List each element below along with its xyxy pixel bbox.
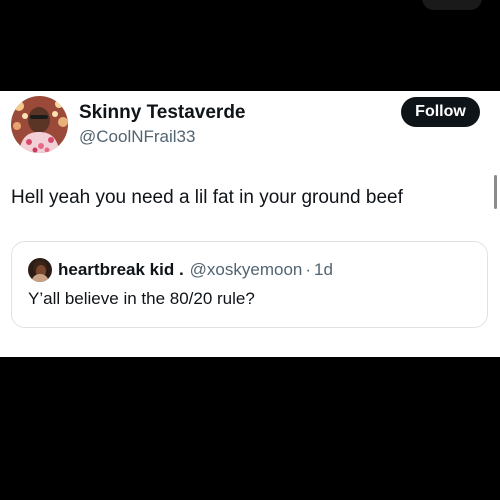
author-handle[interactable]: @CoolNFrail33 xyxy=(79,127,195,147)
quoted-post-text: Y’all believe in the 80/20 rule? xyxy=(28,289,255,308)
quoted-separator: · xyxy=(305,260,312,279)
top-control-pill[interactable] xyxy=(422,0,482,10)
post-text: Hell yeah you need a lil fat in your gro… xyxy=(11,187,403,208)
quoted-post[interactable]: heartbreak kid . @xoskyemoon · 1d Y’all bel… xyxy=(11,241,488,328)
quoted-author-display-name[interactable]: heartbreak kid . xyxy=(58,260,184,279)
post-card[interactable]: Skinny Testaverde @CoolNFrail33 Follow H… xyxy=(0,91,500,357)
author-avatar[interactable] xyxy=(11,96,68,153)
follow-button[interactable]: Follow xyxy=(401,97,480,127)
screenshot-frame: Skinny Testaverde @CoolNFrail33 Follow H… xyxy=(0,0,500,500)
quoted-author-avatar[interactable] xyxy=(28,258,52,282)
scrollbar-thumb[interactable] xyxy=(494,175,497,209)
quoted-timestamp[interactable]: 1d xyxy=(314,260,333,279)
author-display-name[interactable]: Skinny Testaverde xyxy=(79,102,246,124)
quoted-author-handle[interactable]: @xoskyemoon xyxy=(190,260,303,279)
quoted-post-header: heartbreak kid . @xoskyemoon · 1d xyxy=(58,260,333,280)
